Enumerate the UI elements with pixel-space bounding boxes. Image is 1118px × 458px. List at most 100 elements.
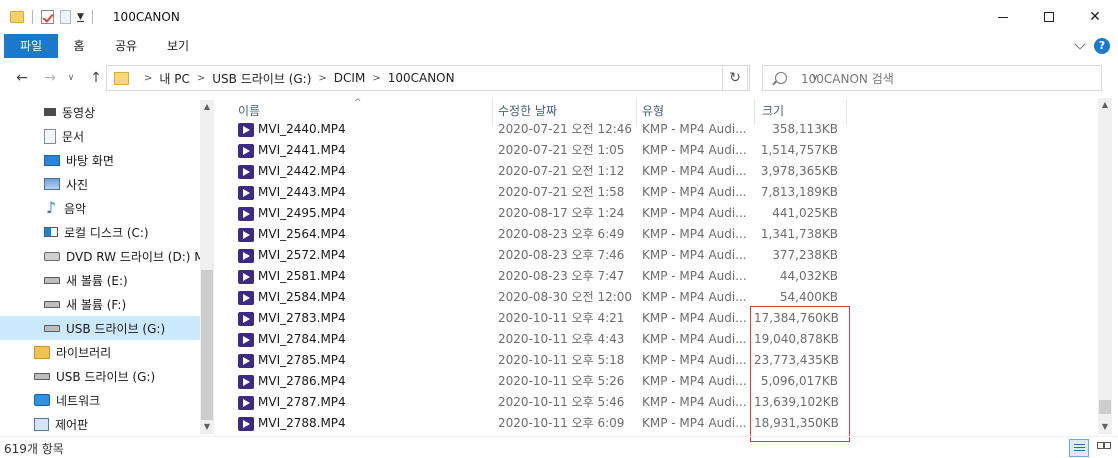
table-row[interactable]: MVI_2443.MP4 2020-07-21 오전 1:58 KMP - MP4 … [214,182,1104,203]
sidebar-item-local-disk-c[interactable]: 로컬 디스크 (C:) [0,220,200,244]
up-button[interactable]: ↑ [86,68,106,88]
dvd-drive-icon [44,251,60,261]
chevron-right-icon[interactable]: > [372,73,380,84]
drive-icon [44,276,60,284]
control-panel-icon [34,417,49,431]
file-size: 44,032KB [779,269,838,283]
address-bar[interactable]: > 내 PC > USB 드라이브 (G:) > DCIM > 100CANON… [106,65,818,91]
file-name-cell: MVI_2785.MP4 [238,350,478,371]
tab-file[interactable]: 파일 [4,34,58,58]
table-row[interactable]: MVI_2784.MP4 2020-10-11 오후 4:43 KMP - MP4 … [214,329,1104,350]
close-button[interactable]: ✕ [1072,0,1118,34]
scrollbar-thumb[interactable] [201,270,213,420]
table-row[interactable]: MVI_2440.MP4 2020-07-21 오전 12:46 KMP - MP4… [214,119,1104,140]
ribbon: 파일 홈 공유 보기 ? [0,34,1118,58]
file-name-cell: MVI_2783.MP4 [238,308,478,329]
file-type: KMP - MP4 Audi... [642,248,747,262]
new-folder-icon[interactable] [60,10,71,24]
sidebar-item-music[interactable]: ♪ 음악 [0,196,200,220]
video-file-icon [238,164,254,179]
maximize-button[interactable] [1026,0,1072,34]
breadcrumb-100canon[interactable]: 100CANON [388,71,455,85]
file-name: MVI_2441.MP4 [258,143,346,157]
expand-ribbon-icon[interactable] [1074,38,1086,50]
video-file-icon [238,290,254,305]
sidebar-item-videos[interactable]: 동영상 [0,100,200,124]
file-date: 2020-07-21 오전 1:58 [498,185,625,199]
file-type: KMP - MP4 Audi... [642,290,747,304]
table-row[interactable]: MVI_2581.MP4 2020-08-23 오후 7:47 KMP - MP4 … [214,266,1104,287]
sidebar-item-pictures[interactable]: 사진 [0,172,200,196]
sidebar-item-usb-drive-g-root[interactable]: USB 드라이브 (G:) [0,364,200,388]
sidebar-item-label: 새 볼륨 (F:) [66,297,127,312]
sidebar-item-volume-e[interactable]: 새 볼륨 (E:) [0,268,200,292]
recent-locations-button[interactable]: ∨ [64,68,78,88]
sidebar-item-desktop[interactable]: 바탕 화면 [0,148,200,172]
scroll-down-icon[interactable]: ▼ [202,422,212,432]
forward-button[interactable]: → [40,68,60,88]
chevron-right-icon[interactable]: > [318,73,326,84]
customize-toolbar-icon[interactable]: ▼ [77,12,84,22]
usb-drive-icon [44,324,60,332]
tab-share[interactable]: 공유 [106,34,146,58]
table-row[interactable]: MVI_2787.MP4 2020-10-11 오후 5:46 KMP - MP4 … [214,392,1104,413]
table-row[interactable]: MVI_2441.MP4 2020-07-21 오전 1:05 KMP - MP4 … [214,140,1104,161]
table-row[interactable]: MVI_2785.MP4 2020-10-11 오후 5:18 KMP - MP4 … [214,350,1104,371]
table-row[interactable]: MVI_2572.MP4 2020-08-23 오후 7:46 KMP - MP4 … [214,245,1104,266]
navigation-pane-scrollbar[interactable]: ▲ ▼ [200,100,214,434]
table-row[interactable]: MVI_2442.MP4 2020-07-21 오전 1:12 KMP - MP4 … [214,161,1104,182]
tab-view[interactable]: 보기 [156,34,200,58]
search-input[interactable]: 100CANON 검색 [801,70,894,87]
sidebar-item-libraries[interactable]: 라이브러리 [0,340,200,364]
table-row[interactable]: MVI_2584.MP4 2020-08-30 오전 12:00 KMP - MP4… [214,287,1104,308]
file-date: 2020-10-11 오후 5:26 [498,374,625,388]
large-icons-view-button[interactable] [1093,439,1113,457]
chevron-right-icon[interactable]: > [197,73,205,84]
properties-icon[interactable] [41,10,54,24]
table-row[interactable]: MVI_2786.MP4 2020-10-11 오후 5:26 KMP - MP4 … [214,371,1104,392]
usb-drive-icon [34,372,50,380]
scroll-down-icon[interactable]: ▼ [1100,422,1110,432]
search-box[interactable]: 100CANON 검색 [762,65,1102,91]
sidebar-item-usb-drive-g[interactable]: USB 드라이브 (G:) [0,316,200,340]
chevron-down-icon: ∨ [67,73,75,83]
minimize-button[interactable] [980,0,1026,34]
breadcrumb-usb-drive[interactable]: USB 드라이브 (G:) [212,70,311,87]
breadcrumb-this-pc[interactable]: 내 PC [159,70,189,87]
table-row[interactable]: MVI_2783.MP4 2020-10-11 오후 4:21 KMP - MP4 … [214,308,1104,329]
table-row[interactable]: MVI_2564.MP4 2020-08-23 오후 6:49 KMP - MP4 … [214,224,1104,245]
file-name: MVI_2495.MP4 [258,206,346,220]
file-name: MVI_2442.MP4 [258,164,346,178]
video-icon [44,105,56,119]
file-type: KMP - MP4 Audi... [642,416,747,430]
details-view-button[interactable] [1069,439,1089,457]
file-name-cell: MVI_2788.MP4 [238,413,478,434]
chevron-right-icon[interactable]: > [144,73,152,84]
sidebar-item-network[interactable]: 네트워크 [0,388,200,412]
tab-home[interactable]: 홈 [62,34,96,58]
file-name-cell: MVI_2787.MP4 [238,392,478,413]
refresh-button[interactable]: ↻ [722,65,748,91]
file-type: KMP - MP4 Audi... [642,143,747,157]
scrollbar-thumb[interactable] [1099,400,1111,414]
file-list-scrollbar[interactable]: ▲ ▼ [1098,98,1112,434]
table-row[interactable]: MVI_2495.MP4 2020-08-17 오후 1:24 KMP - MP4 … [214,203,1104,224]
sidebar-item-volume-f[interactable]: 새 볼륨 (F:) [0,292,200,316]
file-size: 54,400KB [779,290,838,304]
sidebar-item-documents[interactable]: 문서 [0,124,200,148]
breadcrumb-dcim[interactable]: DCIM [334,71,366,85]
back-button[interactable]: ← [12,68,32,88]
scroll-up-icon[interactable]: ▲ [1100,100,1110,110]
minimize-icon [998,16,1008,18]
video-file-icon [238,311,254,326]
file-name: MVI_2788.MP4 [258,416,346,430]
file-date: 2020-07-21 오전 1:12 [498,164,625,178]
arrow-up-icon: ↑ [90,70,102,86]
help-icon[interactable]: ? [1094,38,1110,54]
file-type: KMP - MP4 Audi... [642,395,747,409]
sidebar-item-control-panel[interactable]: 제어판 [0,412,200,434]
file-type: KMP - MP4 Audi... [642,374,747,388]
sidebar-item-dvd-drive-d[interactable]: DVD RW 드라이브 (D:) M [0,244,205,268]
scroll-up-icon[interactable]: ▲ [202,102,212,112]
table-row[interactable]: MVI_2788.MP4 2020-10-11 오후 6:09 KMP - MP4 … [214,413,1104,434]
